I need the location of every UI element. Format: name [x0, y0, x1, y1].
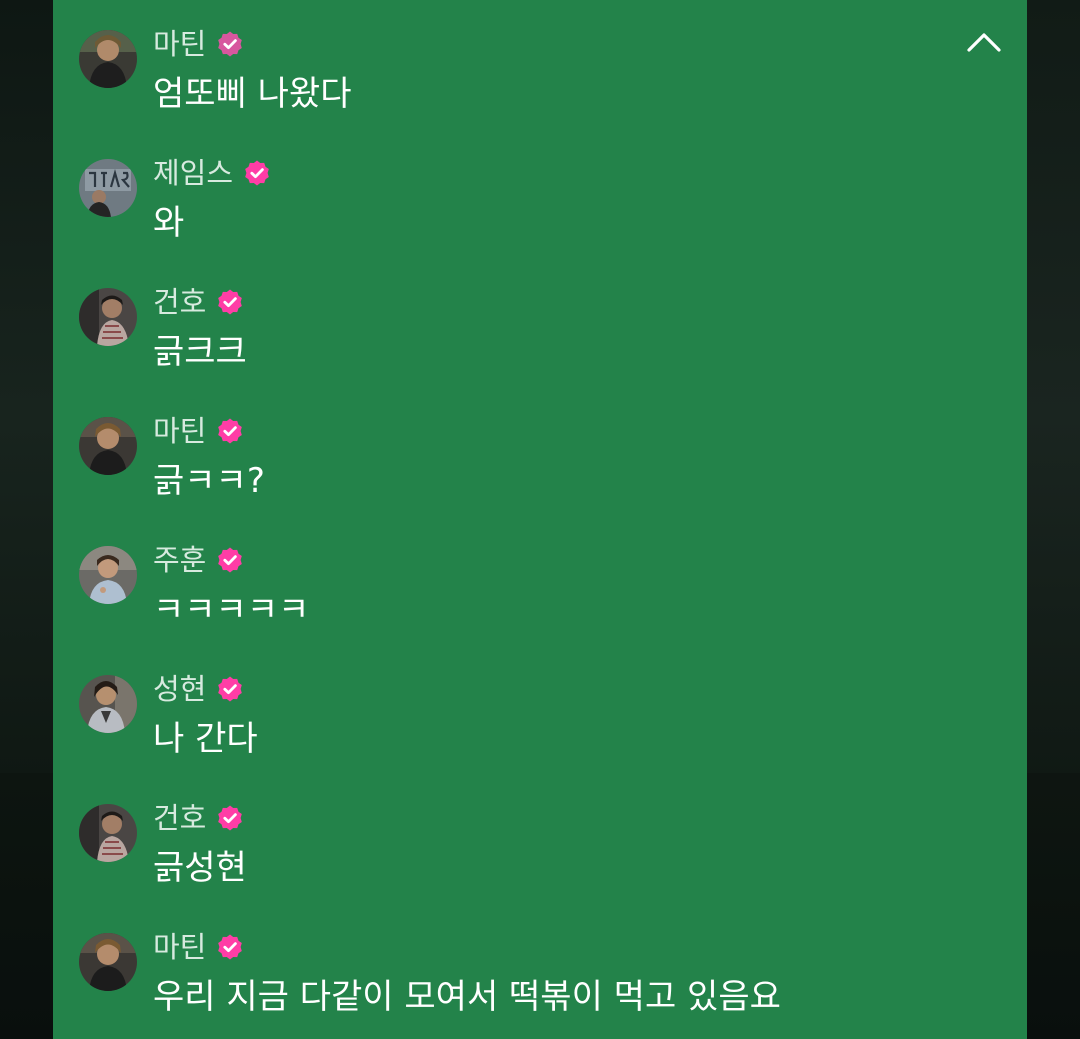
message-text: 우리 지금 다같이 모여서 떡볶이 먹고 있음요 — [153, 977, 781, 1017]
avatar-image — [79, 417, 137, 475]
avatar-image — [79, 675, 137, 733]
sender-name: 마틴 — [153, 27, 207, 61]
avatar-image — [79, 159, 137, 217]
sender-name: 마틴 — [153, 414, 207, 448]
chat-message: 건호 긁크크 — [79, 285, 959, 398]
verified-badge-icon — [245, 160, 269, 186]
avatar[interactable] — [79, 546, 137, 604]
chat-message: 제임스 와 — [79, 156, 959, 269]
verified-badge-icon — [218, 676, 243, 702]
verified-badge-icon — [218, 934, 243, 960]
chat-message: 주훈 ㅋㅋㅋㅋㅋ — [79, 543, 959, 656]
chat-message: 마틴 우리 지금 다같이 모여서 떡볶이 먹고 있음요 — [79, 930, 959, 1039]
avatar[interactable] — [79, 933, 137, 991]
verified-badge-icon — [218, 418, 243, 444]
chevron-up-icon — [967, 33, 1001, 52]
sender-name-row[interactable]: 주훈 — [153, 540, 244, 580]
sender-name: 주훈 — [153, 543, 207, 577]
message-text: 긁성현 — [153, 848, 247, 888]
verified-badge-icon — [218, 805, 243, 831]
avatar[interactable] — [79, 417, 137, 475]
sender-name: 제임스 — [153, 156, 234, 190]
verified-badge-icon — [218, 547, 243, 573]
sender-name-row[interactable]: 성현 — [153, 669, 244, 709]
avatar[interactable] — [79, 159, 137, 217]
sender-name: 마틴 — [153, 930, 207, 964]
sender-name-row[interactable]: 제임스 — [153, 153, 271, 193]
avatar-image — [79, 933, 137, 991]
message-text: 긁크크 — [153, 332, 247, 372]
chat-message: 마틴 긁ㅋㅋ? — [79, 414, 959, 527]
chat-message: 마틴 엄또삐 나왔다 — [79, 27, 959, 140]
sender-name: 건호 — [153, 801, 207, 835]
avatar-image — [79, 804, 137, 862]
sender-name-row[interactable]: 건호 — [153, 798, 244, 838]
chat-message: 건호 긁성현 — [79, 801, 959, 914]
sender-name-row[interactable]: 마틴 — [153, 411, 244, 451]
avatar-image — [79, 546, 137, 604]
message-text: 긁ㅋㅋ? — [153, 461, 265, 501]
sender-name: 건호 — [153, 285, 207, 319]
verified-badge-icon — [218, 289, 243, 315]
avatar[interactable] — [79, 804, 137, 862]
verified-badge-icon — [218, 31, 243, 57]
sender-name: 성현 — [153, 672, 207, 706]
sender-name-row[interactable]: 건호 — [153, 282, 244, 322]
avatar-image — [79, 30, 137, 88]
sender-name-row[interactable]: 마틴 — [153, 927, 244, 967]
collapse-button[interactable] — [963, 24, 1005, 60]
sender-name-row[interactable]: 마틴 — [153, 24, 244, 64]
message-text: 와 — [153, 203, 185, 243]
avatar[interactable] — [79, 675, 137, 733]
avatar-image — [79, 288, 137, 346]
avatar[interactable] — [79, 30, 137, 88]
chat-message: 성현 나 간다 — [79, 672, 959, 785]
message-text: 나 간다 — [153, 719, 258, 759]
message-text: 엄또삐 나왔다 — [153, 74, 352, 114]
message-text: ㅋㅋㅋㅋㅋ — [153, 590, 310, 630]
avatar[interactable] — [79, 288, 137, 346]
